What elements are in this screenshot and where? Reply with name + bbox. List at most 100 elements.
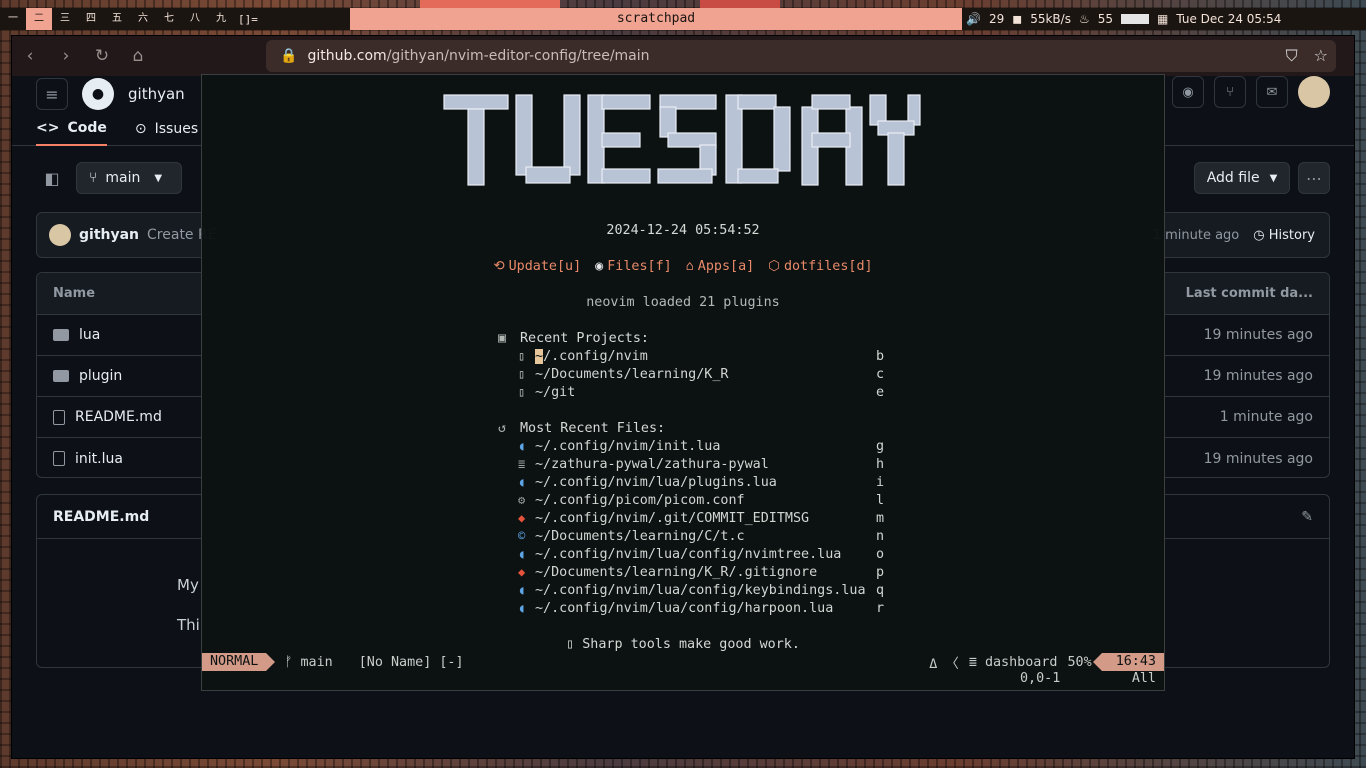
inbox-icon[interactable]: ✉ xyxy=(1256,76,1288,108)
branch-name: main xyxy=(105,170,141,186)
file-entry[interactable]: ◆ ~/.config/nvim/.git/COMMIT_EDITMSG m xyxy=(518,511,884,529)
workspace-7[interactable]: 七 xyxy=(156,8,182,30)
lua-file-icon: ◖ xyxy=(518,439,526,453)
quote-text: Sharp tools make good work. xyxy=(582,637,800,652)
repo-owner-link[interactable]: githyan xyxy=(128,85,185,103)
readme-title: README.md xyxy=(53,508,150,525)
shortcut-key: p xyxy=(875,565,884,580)
github-logo-icon[interactable]: ● xyxy=(82,78,114,110)
project-entry[interactable]: ▯ ~/.config/nvim b xyxy=(518,349,884,367)
project-entry[interactable]: ▯ ~/Documents/learning/K_R c xyxy=(518,367,884,385)
file-entry[interactable]: ⚙ ~/.config/picom/picom.conf l xyxy=(518,493,884,511)
bookmark-star-icon[interactable]: ☆ xyxy=(1314,46,1328,66)
buffer-name: [No Name] [-] xyxy=(358,654,464,670)
shield-icon[interactable]: ⛉ xyxy=(1286,46,1298,66)
workspace-9[interactable]: 九 xyxy=(208,8,234,30)
file-name[interactable]: lua xyxy=(79,327,100,343)
file-date: 19 minutes ago xyxy=(1203,327,1313,343)
project-path: ~/Documents/learning/K_R xyxy=(535,367,729,382)
layout-indicator[interactable]: []= xyxy=(238,13,268,26)
workspace-1[interactable]: 一 xyxy=(0,8,26,30)
history-icon: ◷ xyxy=(1253,227,1265,243)
history-icon: ↺ xyxy=(498,421,507,436)
project-path-rest: /.config/nvim xyxy=(543,349,648,364)
workspace-list: 一 二 三 四 五 六 七 八 九 xyxy=(0,8,234,30)
user-avatar[interactable] xyxy=(1298,76,1330,108)
ascii-art-header xyxy=(443,94,921,186)
shortcut-key: i xyxy=(875,475,884,490)
file-entry[interactable]: ◖ ~/.config/nvim/lua/config/keybindings.l… xyxy=(518,583,884,601)
file-entry[interactable]: ◖ ~/.config/nvim/lua/config/nvimtree.lua o xyxy=(518,547,884,565)
tab-code[interactable]: <> Code xyxy=(36,112,107,146)
update-action[interactable]: ⟲ Update[u] xyxy=(493,259,581,274)
system-status: 🔊 29 ◼ 55kB/s ♨ 55 ▦ Tue Dec 24 05:54 xyxy=(964,8,1366,30)
file-path: ~/.config/nvim/lua/plugins.lua xyxy=(535,475,777,490)
issue-circle-icon: ⊙ xyxy=(134,121,147,137)
forward-icon[interactable]: › xyxy=(48,36,84,76)
tab-issues[interactable]: ⊙ Issues xyxy=(135,112,198,146)
nvim-dashboard-window[interactable]: 2024-12-24 05:54:52 ⟲ Update[u] ◉ Files[f]… xyxy=(201,74,1165,691)
text-file-icon: ≣ xyxy=(518,457,526,471)
project-entry[interactable]: ▯ ~/git e xyxy=(518,385,884,403)
lua-file-icon: ◖ xyxy=(518,601,526,615)
action-label: Files[f] xyxy=(607,259,672,274)
temperature: 55 xyxy=(1097,12,1113,26)
recent-projects-title: ▣ Recent Projects: xyxy=(498,331,649,346)
git-icon: ◆ xyxy=(518,511,526,525)
scroll-position: All xyxy=(1131,671,1156,686)
workspace-4[interactable]: 四 xyxy=(78,8,104,30)
recent-files-title: ↺ Most Recent Files: xyxy=(498,421,666,436)
project-path: ~/git xyxy=(535,385,576,400)
more-options-icon[interactable]: ⋯ xyxy=(1298,162,1330,194)
terminal-icon: ▯ xyxy=(518,349,526,363)
file-name[interactable]: README.md xyxy=(75,409,162,425)
commit-avatar[interactable] xyxy=(49,224,71,246)
edit-pencil-icon[interactable]: ✎ xyxy=(1301,509,1313,525)
git-icon: ◆ xyxy=(518,565,526,579)
pull-requests-icon[interactable]: ⑂ xyxy=(1214,76,1246,108)
history-label: History xyxy=(1268,227,1315,243)
branch-selector[interactable]: ⑂ main ▼ xyxy=(76,162,182,194)
workspace-2[interactable]: 二 xyxy=(26,8,52,30)
dotfiles-action[interactable]: ⬡ dotfiles[d] xyxy=(768,259,872,274)
shortcut-key: h xyxy=(875,457,884,472)
file-path: ~/Documents/learning/K_R/.gitignore xyxy=(535,565,818,580)
apps-action[interactable]: ⌂ Apps[a] xyxy=(686,259,755,274)
file-entry[interactable]: © ~/Documents/learning/C/t.c n xyxy=(518,529,884,547)
file-entry[interactable]: ◖ ~/.config/nvim/lua/config/harpoon.lua r xyxy=(518,601,884,619)
lua-file-icon: ◖ xyxy=(518,547,526,561)
address-bar[interactable]: 🔒 github.com/githyan/nvim-editor-config/… xyxy=(266,40,1336,72)
file-name[interactable]: init.lua xyxy=(75,451,123,467)
history-button[interactable]: ◷ History xyxy=(1253,228,1315,243)
back-icon[interactable]: ‹ xyxy=(12,36,48,76)
commit-author[interactable]: githyan xyxy=(79,227,139,243)
reload-icon[interactable]: ↻ xyxy=(84,36,120,76)
caret-down-icon: ▼ xyxy=(1269,172,1278,184)
folder-icon xyxy=(53,329,69,341)
home-icon[interactable]: ⌂ xyxy=(120,36,156,76)
caret-down-icon: ▼ xyxy=(154,172,163,184)
action-label: Apps[a] xyxy=(697,259,755,274)
file-entry[interactable]: ◖ ~/.config/nvim/lua/plugins.lua i xyxy=(518,475,884,493)
workspace-3[interactable]: 三 xyxy=(52,8,78,30)
workspace-6[interactable]: 六 xyxy=(130,8,156,30)
add-file-button[interactable]: Add file ▼ xyxy=(1194,162,1290,194)
file-icon xyxy=(53,451,65,466)
sidebar-toggle-icon[interactable]: ◧ xyxy=(36,162,68,194)
update-icon: ⟲ xyxy=(493,259,505,274)
dashboard-actions: ⟲ Update[u] ◉ Files[f] ⌂ Apps[a] ⬡ dotfiles[… xyxy=(202,259,1164,274)
workspace-8[interactable]: 八 xyxy=(182,8,208,30)
file-entry[interactable]: ◆ ~/Documents/learning/K_R/.gitignore p xyxy=(518,565,884,583)
workspace-5[interactable]: 五 xyxy=(104,8,130,30)
file-name[interactable]: plugin xyxy=(79,368,122,384)
shortcut-key: c xyxy=(875,367,884,382)
action-label: dotfiles[d] xyxy=(783,259,873,274)
file-entry[interactable]: ◖ ~/.config/nvim/init.lua g xyxy=(518,439,884,457)
file-entry[interactable]: ≣ ~/zathura-pywal/zathura-pywal h xyxy=(518,457,884,475)
nvim-cmdline[interactable]: 0,0-1 All xyxy=(202,671,1164,689)
shortcut-key: l xyxy=(875,493,884,508)
issues-icon[interactable]: ◉ xyxy=(1172,76,1204,108)
temperature-icon: ♨ xyxy=(1078,12,1090,26)
menu-icon[interactable]: ≡ xyxy=(36,78,68,110)
files-action[interactable]: ◉ Files[f] xyxy=(595,259,672,274)
